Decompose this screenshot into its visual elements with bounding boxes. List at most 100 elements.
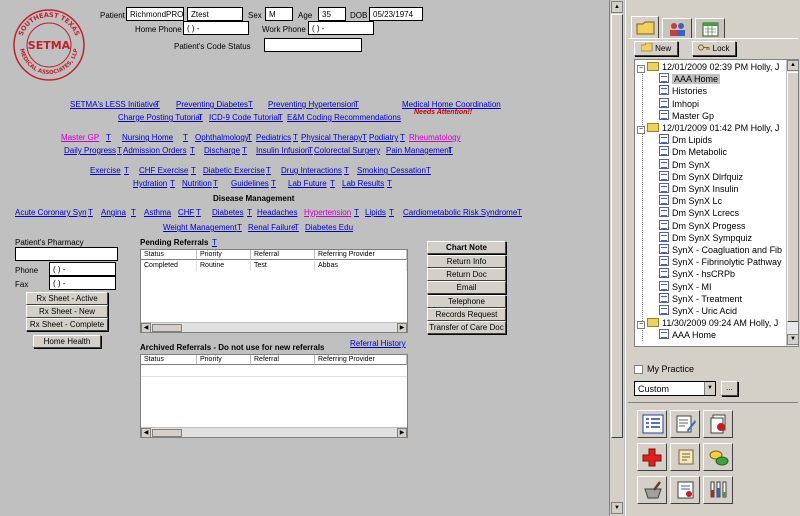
link-podiatry[interactable]: Podiatry bbox=[369, 133, 398, 142]
link-ophthalmology-t[interactable]: T bbox=[247, 133, 252, 142]
archived-header-priority[interactable]: Priority bbox=[197, 355, 251, 365]
link-renal-failure-t[interactable]: T bbox=[294, 223, 299, 232]
scroll-document-button[interactable] bbox=[670, 443, 700, 471]
link-icd9-tutorial-t[interactable]: T bbox=[278, 113, 283, 122]
return-doc-button[interactable]: Return Doc bbox=[427, 268, 506, 281]
rx-sheet-new-button[interactable]: Rx Sheet - New bbox=[26, 305, 108, 318]
scroll-thumb[interactable] bbox=[787, 72, 798, 322]
link-lab-results[interactable]: Lab Results bbox=[342, 179, 384, 188]
link-exercise-t[interactable]: T bbox=[124, 166, 129, 175]
link-acute-coronary-syn[interactable]: Acute Coronary Syn bbox=[15, 208, 87, 217]
pending-referrals-t[interactable]: T bbox=[212, 238, 217, 247]
rx-sheet-active-button[interactable]: Rx Sheet - Active bbox=[26, 292, 108, 305]
home-phone-field[interactable]: ( ) - bbox=[183, 21, 249, 35]
link-daily-progress[interactable]: Daily Progress bbox=[64, 146, 116, 155]
main-vertical-scrollbar[interactable]: ▲ ▼ bbox=[609, 0, 624, 516]
tree-item[interactable]: Dm Lipids bbox=[659, 134, 712, 146]
medical-button[interactable] bbox=[637, 443, 667, 471]
pharmacy-phone-field[interactable]: ( ) - bbox=[49, 262, 116, 276]
link-nutrition[interactable]: Nutrition bbox=[182, 179, 212, 188]
table-row[interactable] bbox=[141, 366, 407, 377]
link-insulin-infusion-t[interactable]: T bbox=[308, 146, 313, 155]
pharmacy-fax-field[interactable]: ( ) - bbox=[49, 276, 116, 290]
mortar-button[interactable] bbox=[637, 476, 667, 504]
tree-item[interactable]: AAA Home bbox=[659, 329, 716, 341]
chevron-down-icon[interactable]: ▼ bbox=[704, 382, 715, 395]
link-angina[interactable]: Angina bbox=[101, 208, 126, 217]
pending-horizontal-scrollbar[interactable]: ◀ ▶ bbox=[141, 322, 407, 333]
link-renal-failure[interactable]: Renal Failure bbox=[248, 223, 296, 232]
tree-item[interactable]: Dm Metabolic bbox=[659, 146, 727, 158]
tree-item[interactable]: Dm SynX Lc bbox=[659, 195, 722, 207]
link-chf-exercise[interactable]: CHF Exercise bbox=[139, 166, 188, 175]
link-chf-t[interactable]: T bbox=[196, 208, 201, 217]
link-rheumatology[interactable]: Rheumatology bbox=[409, 133, 461, 142]
link-headaches[interactable]: Headaches bbox=[257, 208, 297, 217]
list-view-button[interactable] bbox=[637, 410, 667, 438]
tree-item[interactable]: SynX - Coagluation and Fib bbox=[659, 244, 782, 256]
prescription-button[interactable] bbox=[670, 476, 700, 504]
tab-calendar[interactable] bbox=[695, 18, 725, 38]
link-acute-coronary-syn-t[interactable]: T bbox=[88, 208, 93, 217]
link-chf-exercise-t[interactable]: T bbox=[191, 166, 196, 175]
scroll-up-icon[interactable]: ▲ bbox=[787, 60, 798, 71]
link-nursing-home[interactable]: Nursing Home bbox=[122, 133, 173, 142]
new-button[interactable]: New bbox=[634, 41, 678, 56]
referral-history-link[interactable]: Referral History bbox=[350, 339, 406, 348]
tab-documents[interactable] bbox=[631, 16, 659, 38]
link-pain-management-t[interactable]: T bbox=[448, 146, 453, 155]
tree-item[interactable]: Dm SynX Insulin bbox=[659, 183, 739, 195]
tab-people[interactable] bbox=[662, 18, 692, 38]
tree-folder[interactable]: − 12/01/2009 01:42 PM Holly, J bbox=[637, 122, 779, 134]
custom-select[interactable]: Custom ▼ bbox=[634, 381, 716, 396]
link-diabetes-edu[interactable]: Diabetes Edu bbox=[305, 223, 353, 232]
code-status-field[interactable] bbox=[264, 38, 362, 52]
link-pain-management[interactable]: Pain Management bbox=[386, 146, 451, 155]
pending-header-status[interactable]: Status bbox=[141, 250, 197, 260]
link-diabetic-exercise-t[interactable]: T bbox=[266, 166, 271, 175]
tree-folder[interactable]: − 12/01/2009 02:39 PM Holly, J bbox=[637, 61, 779, 73]
link-nursing-home-t[interactable]: T bbox=[183, 133, 188, 142]
scroll-thumb[interactable] bbox=[611, 14, 623, 438]
link-less-initiative[interactable]: SETMA's LESS Initiative bbox=[70, 100, 157, 109]
link-lab-future[interactable]: Lab Future bbox=[288, 179, 327, 188]
link-pediatrics-t[interactable]: T bbox=[293, 133, 298, 142]
link-admission-orders-t[interactable]: T bbox=[190, 146, 195, 155]
work-phone-field[interactable]: ( ) - bbox=[308, 21, 374, 35]
link-preventing-hypertension[interactable]: Preventing Hypertension bbox=[268, 100, 356, 109]
sex-field[interactable]: M bbox=[265, 7, 293, 21]
tree-item[interactable]: Dm SynX Lcrecs bbox=[659, 207, 739, 219]
tree-item[interactable]: SynX - Treatment bbox=[659, 292, 742, 305]
link-less-initiative-t[interactable]: T bbox=[155, 100, 160, 109]
chart-note-button[interactable]: Chart Note bbox=[427, 241, 506, 254]
link-preventing-hypertension-t[interactable]: T bbox=[354, 100, 359, 109]
tree-item[interactable]: SynX - Fibrinolytic Pathway bbox=[659, 256, 782, 268]
lock-button[interactable]: Lock bbox=[692, 41, 736, 56]
pending-referrals-grid[interactable]: Status Priority Referral Referring Provi… bbox=[140, 249, 408, 333]
scroll-left-icon[interactable]: ◀ bbox=[141, 323, 151, 333]
documents-button[interactable] bbox=[703, 410, 733, 438]
link-physical-therapy-t[interactable]: T bbox=[362, 133, 367, 142]
my-practice-checkbox[interactable] bbox=[634, 365, 643, 374]
link-discharge[interactable]: Discharge bbox=[204, 146, 240, 155]
link-master-gp-t[interactable]: T bbox=[106, 133, 111, 142]
scroll-left-icon[interactable]: ◀ bbox=[141, 428, 151, 438]
archived-header-status[interactable]: Status bbox=[141, 355, 197, 365]
link-hypertension-t[interactable]: T bbox=[354, 208, 359, 217]
link-diabetic-exercise[interactable]: Diabetic Exercise bbox=[203, 166, 265, 175]
link-smoking-cessation-t[interactable]: T bbox=[426, 166, 431, 175]
link-drug-interactions-t[interactable]: T bbox=[344, 166, 349, 175]
link-medical-home-coordination[interactable]: Medical Home Coordination bbox=[402, 100, 501, 109]
link-weight-management-t[interactable]: T bbox=[237, 223, 242, 232]
telephone-button[interactable]: Telephone bbox=[427, 295, 506, 308]
link-weight-management[interactable]: Weight Management bbox=[163, 223, 237, 232]
link-lab-future-t[interactable]: T bbox=[330, 179, 335, 188]
scroll-right-icon[interactable]: ▶ bbox=[397, 428, 407, 438]
link-lab-results-t[interactable]: T bbox=[387, 179, 392, 188]
link-hypertension[interactable]: Hypertension bbox=[304, 208, 351, 217]
archived-header-referral[interactable]: Referral bbox=[251, 355, 315, 365]
link-smoking-cessation[interactable]: Smoking Cessation bbox=[357, 166, 426, 175]
link-charge-posting-tutorial-t[interactable]: T bbox=[198, 113, 203, 122]
link-chf[interactable]: CHF bbox=[178, 208, 194, 217]
link-cardiometabolic[interactable]: Cardiometabolic Risk Syndrome bbox=[403, 208, 517, 217]
